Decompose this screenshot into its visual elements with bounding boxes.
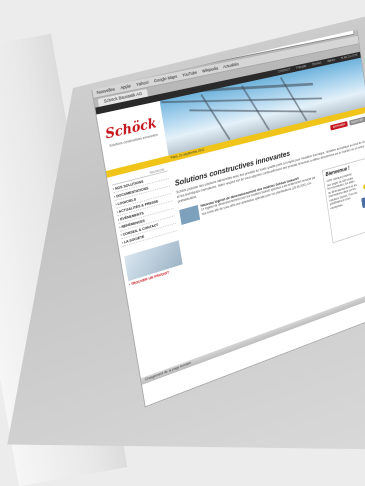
send-button[interactable]: ENVOYER	[349, 117, 365, 126]
zoom-window-button[interactable]	[105, 62, 110, 68]
window-controls	[92, 62, 110, 70]
minimize-window-button[interactable]	[99, 63, 104, 69]
bookmark-item[interactable]: Actualités	[223, 62, 239, 70]
print-button[interactable]: IMPRIMER	[330, 121, 347, 130]
welcome-text: Cette rubrique présente aux pages de sit…	[326, 171, 360, 210]
news-thumbnail	[179, 205, 200, 225]
browser-window: Schöck Baustatik AG ◀ ▶ http://www.schoe…	[87, 12, 365, 406]
worker-mascot-icon	[358, 178, 365, 230]
status-bar: Chargement de la page terminé	[141, 285, 365, 385]
bookmark-item[interactable]: Wikipedia	[202, 66, 219, 74]
welcome-box: Bienvenue ! Cette rubrique présente aux …	[322, 157, 365, 244]
bookmark-item[interactable]: YouTube	[182, 70, 198, 78]
bookmark-item[interactable]: Apple	[120, 83, 131, 90]
web-page: CONTACT Français Deutsch Italiano PLAN D…	[95, 52, 365, 385]
close-window-button[interactable]	[92, 64, 98, 70]
bookmark-item[interactable]: Yahoo!	[136, 80, 149, 87]
